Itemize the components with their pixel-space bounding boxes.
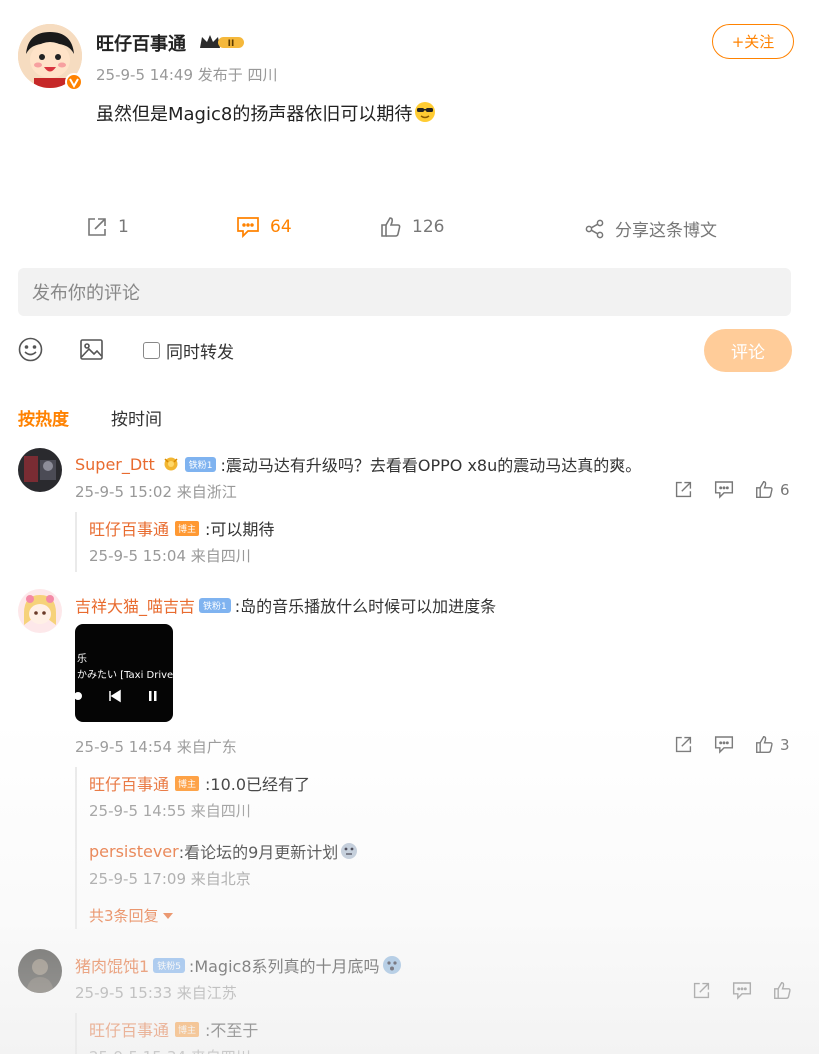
music-player-card[interactable]: 乐 かみたい [Taxi Driver [75, 624, 173, 722]
tab-by-hot[interactable]: 按热度 [18, 405, 69, 430]
medal-icon [161, 456, 181, 472]
reply-line: 旺仔百事通 博主 :可以期待 [89, 516, 274, 540]
svg-text:II: II [228, 39, 235, 49]
repost-icon[interactable] [692, 981, 711, 1000]
surprised-emoji-icon [382, 955, 402, 975]
comment-action[interactable]: 64 [236, 216, 292, 238]
submit-comment-button[interactable]: 评论 [704, 329, 792, 372]
reply-meta: 25-9-5 17:09 来自北京 [89, 870, 251, 888]
host-badge: 博主 [175, 1021, 200, 1037]
host-badge: 博主 [175, 775, 200, 791]
comment-line: 吉祥大猫_喵吉吉 铁粉1 :岛的音乐播放什么时候可以加进度条 [75, 593, 496, 617]
share-action[interactable]: 分享这条博文 [585, 216, 717, 241]
post-text-content: 虽然但是Magic8的扬声器依旧可以期待 [96, 104, 413, 125]
comment-count: 64 [270, 217, 292, 237]
checkbox-box[interactable] [143, 342, 160, 359]
comment-line: Super_Dtt 铁粉1 :震动马达有升级吗？去看看OPPO x8u的震动马达… [75, 452, 641, 476]
like-count: 6 [780, 480, 790, 499]
emoji-button[interactable] [18, 337, 43, 362]
like-button[interactable]: 3 [755, 735, 790, 754]
image-button[interactable] [79, 337, 104, 362]
repost-checkbox[interactable]: 同时转发 [143, 338, 234, 363]
repost-icon[interactable] [674, 480, 693, 499]
more-replies-label: 共3条回复 [89, 907, 159, 925]
reply-meta: 25-9-5 14:55 来自四川 [89, 802, 251, 820]
comment-icon[interactable] [714, 480, 734, 499]
more-replies-link[interactable]: 共3条回复 [89, 905, 173, 926]
thumbs-up-icon [773, 981, 792, 1000]
host-badge: 博主 [175, 520, 200, 536]
reply-username[interactable]: 旺仔百事通 [89, 1017, 169, 1041]
reply-username[interactable]: 旺仔百事通 [89, 771, 169, 795]
comment-icon [236, 216, 260, 238]
share-icon [585, 219, 605, 239]
fan-badge: 铁粉5 [153, 957, 185, 973]
comment-meta: 25-9-5 15:02 来自浙江 [75, 483, 237, 501]
post-text: 虽然但是Magic8的扬声器依旧可以期待 [96, 100, 436, 126]
commenter-avatar[interactable] [18, 949, 62, 993]
vip-crown-icon: II [198, 32, 246, 52]
like-count: 126 [412, 217, 445, 237]
reply-username[interactable]: persistever [89, 842, 179, 861]
thumbs-up-icon [380, 216, 402, 238]
like-action[interactable]: 126 [380, 216, 444, 238]
thumbs-up-icon [755, 480, 774, 499]
comment-text: :Magic8系列真的十月底吗 [188, 957, 380, 976]
like-count: 3 [780, 735, 790, 754]
like-button[interactable]: 6 [755, 480, 790, 499]
reply-thread: 旺仔百事通 博主 :可以期待 25-9-5 15:04 来自四川 [75, 512, 775, 572]
commenter-avatar[interactable] [18, 589, 62, 633]
reply-meta: 25-9-5 15:04 来自四川 [89, 547, 251, 565]
cool-emoji-icon [414, 101, 436, 123]
reply-thread: 旺仔百事通 博主 :10.0已经有了 25-9-5 14:55 来自四川 per… [75, 767, 775, 929]
comment-input-placeholder: 发布你的评论 [32, 283, 140, 304]
verified-badge-icon [65, 73, 83, 91]
reply-username[interactable]: 旺仔百事通 [89, 516, 169, 540]
comment-icon[interactable] [732, 981, 752, 1000]
comment-username[interactable]: 吉祥大猫_喵吉吉 [75, 593, 195, 617]
follow-button[interactable]: +关注 [712, 24, 794, 59]
reply-text: :可以期待 [205, 520, 275, 539]
repost-icon[interactable] [674, 735, 693, 754]
comment-input[interactable]: 发布你的评论 [18, 268, 791, 316]
comment-username[interactable]: Super_Dtt [75, 455, 155, 474]
like-button[interactable] [773, 981, 792, 1000]
music-card-line1: 乐 [77, 654, 87, 665]
comment-text: :震动马达有升级吗？去看看OPPO x8u的震动马达真的爽。 [220, 456, 642, 475]
thinking-emoji-icon [340, 842, 358, 860]
repost-checkbox-label: 同时转发 [166, 343, 234, 363]
caret-down-icon [162, 912, 173, 920]
reply-line: 旺仔百事通 博主 :10.0已经有了 [89, 771, 310, 795]
share-label: 分享这条博文 [615, 221, 717, 241]
post-meta: 25-9-5 14:49 发布于 四川 [96, 66, 278, 84]
reply-line: 旺仔百事通 博主 :不至于 [89, 1017, 258, 1041]
comment-text: :岛的音乐播放什么时候可以加进度条 [234, 597, 497, 616]
repost-count: 1 [118, 217, 129, 237]
reply-text: :看论坛的9月更新计划 [178, 843, 339, 862]
music-card-line2: かみたい [Taxi Driver [77, 670, 173, 681]
comment-username[interactable]: 猪肉馄饨1 [75, 953, 149, 977]
tab-by-time[interactable]: 按时间 [111, 405, 162, 430]
comment-line: 猪肉馄饨1 铁粉5 :Magic8系列真的十月底吗 [75, 953, 402, 977]
fan-badge: 铁粉1 [184, 456, 217, 472]
comment-meta: 25-9-5 15:33 来自江苏 [75, 984, 237, 1002]
author-name[interactable]: 旺仔百事通 [96, 30, 186, 56]
reply-text: :不至于 [205, 1021, 259, 1040]
comment-meta: 25-9-5 14:54 来自广东 [75, 738, 237, 756]
fan-badge: 铁粉1 [199, 597, 231, 613]
repost-icon [86, 216, 108, 238]
reply-line: persistever :看论坛的9月更新计划 [89, 839, 358, 863]
repost-action[interactable]: 1 [86, 216, 129, 238]
reply-thread: 旺仔百事通 博主 :不至于 25-9-5 15:34 来自四川 [75, 1013, 775, 1054]
thumbs-up-icon [755, 735, 774, 754]
commenter-avatar[interactable] [18, 448, 62, 492]
reply-meta: 25-9-5 15:34 来自四川 [89, 1046, 251, 1054]
reply-text: :10.0已经有了 [205, 775, 311, 794]
comment-icon[interactable] [714, 735, 734, 754]
